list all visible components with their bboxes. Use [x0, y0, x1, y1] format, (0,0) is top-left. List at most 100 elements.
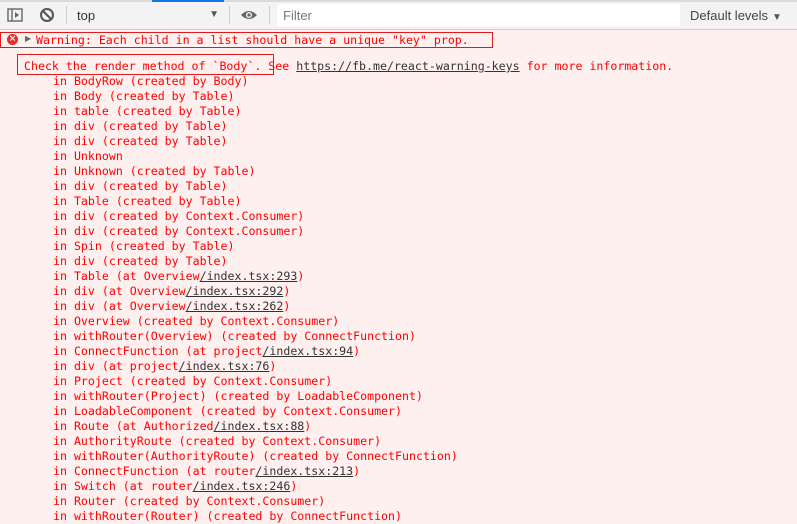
stack-frame-text: in withRouter(Project) (created by Loada…: [53, 389, 423, 403]
stack-frame-text: in div (created by Table): [53, 119, 228, 133]
see-text: See: [261, 59, 297, 73]
stack-frame: in Unknown (created by Table): [53, 164, 458, 179]
stack-frame-text: in withRouter(Overview) (created by Conn…: [53, 329, 416, 343]
stack-frame: in Overview (created by Context.Consumer…: [53, 314, 458, 329]
stack-frame: in withRouter(Router) (created by Connec…: [53, 509, 458, 524]
stack-frame: in div (created by Context.Consumer): [53, 209, 458, 224]
check-render-line: Check the render method of `Body`. See h…: [24, 59, 673, 74]
stack-frame-text: in div (at project: [53, 359, 179, 373]
stack-frame: in ConnectFunction (at router/index.tsx:…: [53, 464, 458, 479]
context-selector[interactable]: top ▼: [70, 4, 225, 26]
stack-frame: in Route (at Authorized/index.tsx:88): [53, 419, 458, 434]
check-render-text: Check the render method of `Body`.: [24, 59, 262, 73]
react-warning-keys-link[interactable]: https://fb.me/react-warning-keys: [296, 59, 519, 73]
stack-frame-text: in Overview (created by Context.Consumer…: [53, 314, 340, 328]
console-toolbar: top ▼ Default levels▼: [0, 0, 797, 30]
stack-frame-text: in Router (created by Context.Consumer): [53, 494, 326, 508]
stack-frame: in div (created by Table): [53, 254, 458, 269]
stack-frame-text: in div (at Overview: [53, 299, 186, 313]
stack-frame-suffix: ): [283, 299, 291, 313]
live-expression-button[interactable]: [239, 6, 259, 24]
stack-frame-suffix: ): [304, 419, 312, 433]
context-value: top: [77, 8, 96, 23]
stack-frame-text: in ConnectFunction (at router: [53, 464, 256, 478]
component-stack: in BodyRow (created by Body) in Body (cre…: [53, 74, 458, 524]
stack-frame-suffix: ): [297, 269, 305, 283]
toolbar-divider: [269, 6, 270, 24]
stack-frame: in BodyRow (created by Body): [53, 74, 458, 89]
source-link[interactable]: /index.tsx:293: [200, 269, 298, 283]
source-link[interactable]: /index.tsx:88: [214, 419, 305, 433]
stack-frame-suffix: ): [283, 284, 291, 298]
stack-frame: in Switch (at router/index.tsx:246): [53, 479, 458, 494]
stack-frame: in Unknown: [53, 149, 458, 164]
panel-tab-strip: [0, 0, 797, 2]
clear-console-icon: [40, 8, 54, 22]
stack-frame-text: in Project (created by Context.Consumer): [53, 374, 333, 388]
stack-frame-text: in Switch (at router: [53, 479, 193, 493]
filter-input[interactable]: [277, 4, 680, 26]
stack-frame-text: in ConnectFunction (at project: [53, 344, 263, 358]
stack-frame: in Router (created by Context.Consumer): [53, 494, 458, 509]
stack-frame: in div (created by Table): [53, 119, 458, 134]
stack-frame-text: in Table (created by Table): [53, 194, 242, 208]
stack-frame: in Project (created by Context.Consumer): [53, 374, 458, 389]
stack-frame-text: in AuthorityRoute (created by Context.Co…: [53, 434, 382, 448]
stack-frame-text: in Unknown (created by Table): [53, 164, 256, 178]
stack-frame-text: in div (at Overview: [53, 284, 186, 298]
stack-frame: in div (at project/index.tsx:76): [53, 359, 458, 374]
stack-frame-text: in BodyRow (created by Body): [53, 74, 249, 88]
stack-frame-text: in table (created by Table): [53, 104, 242, 118]
stack-frame-text: in Unknown: [53, 149, 123, 163]
stack-frame-text: in div (created by Context.Consumer): [53, 209, 305, 223]
source-link[interactable]: /index.tsx:262: [186, 299, 284, 313]
source-link[interactable]: /index.tsx:292: [186, 284, 284, 298]
stack-frame-text: in div (created by Table): [53, 254, 228, 268]
stack-frame: in ConnectFunction (at project/index.tsx…: [53, 344, 458, 359]
stack-frame-text: in withRouter(Router) (created by Connec…: [53, 509, 403, 523]
source-link[interactable]: /index.tsx:213: [255, 464, 353, 478]
source-link[interactable]: /index.tsx:94: [262, 344, 353, 358]
log-levels-dropdown[interactable]: Default levels ▼: [690, 8, 782, 23]
stack-frame-suffix: ): [290, 479, 298, 493]
stack-frame: in LoadableComponent (created by Context…: [53, 404, 458, 419]
stack-frame: in div (at Overview/index.tsx:262): [53, 299, 458, 314]
warning-summary-row[interactable]: × ▶ Warning: Each child in a list should…: [0, 32, 493, 48]
error-icon: ×: [7, 34, 18, 45]
stack-frame: in Table (at Overview/index.tsx:293): [53, 269, 458, 284]
stack-frame: in table (created by Table): [53, 104, 458, 119]
stack-frame: in div (created by Table): [53, 179, 458, 194]
stack-frame-suffix: ): [353, 464, 361, 478]
stack-frame: in withRouter(Project) (created by Loada…: [53, 389, 458, 404]
stack-frame: in AuthorityRoute (created by Context.Co…: [53, 434, 458, 449]
stack-frame: in Body (created by Table): [53, 89, 458, 104]
chevron-down-icon: ▼: [772, 12, 782, 23]
expand-triangle-icon[interactable]: ▶: [25, 34, 31, 43]
stack-frame-suffix: ): [269, 359, 277, 373]
log-levels-label: Default levels: [690, 8, 769, 23]
stack-frame: in withRouter(Overview) (created by Conn…: [53, 329, 458, 344]
sidebar-toggle-button[interactable]: [6, 6, 24, 24]
stack-frame: in withRouter(AuthorityRoute) (created b…: [53, 449, 458, 464]
toolbar-divider: [229, 6, 230, 24]
stack-frame-text: in LoadableComponent (created by Context…: [53, 404, 403, 418]
stack-frame: in Table (created by Table): [53, 194, 458, 209]
stack-frame: in div (created by Table): [53, 134, 458, 149]
sidebar-toggle-icon: [7, 8, 23, 22]
stack-frame-text: in Body (created by Table): [53, 89, 235, 103]
chevron-down-icon: ▼: [209, 9, 219, 20]
toolbar-divider: [66, 6, 67, 24]
stack-frame-text: in Spin (created by Table): [53, 239, 235, 253]
clear-console-button[interactable]: [38, 6, 56, 24]
stack-frame-text: in div (created by Context.Consumer): [53, 224, 305, 238]
stack-frame-text: in withRouter(AuthorityRoute) (created b…: [53, 449, 458, 463]
source-link[interactable]: /index.tsx:246: [193, 479, 291, 493]
stack-frame-text: in Table (at Overview: [53, 269, 200, 283]
stack-frame: in div (at Overview/index.tsx:292): [53, 284, 458, 299]
more-info-text: for more information.: [519, 59, 674, 73]
stack-frame-suffix: ): [353, 344, 361, 358]
source-link[interactable]: /index.tsx:76: [179, 359, 270, 373]
stack-frame-text: in div (created by Table): [53, 134, 228, 148]
stack-frame-text: in div (created by Table): [53, 179, 228, 193]
eye-icon: [241, 11, 257, 19]
